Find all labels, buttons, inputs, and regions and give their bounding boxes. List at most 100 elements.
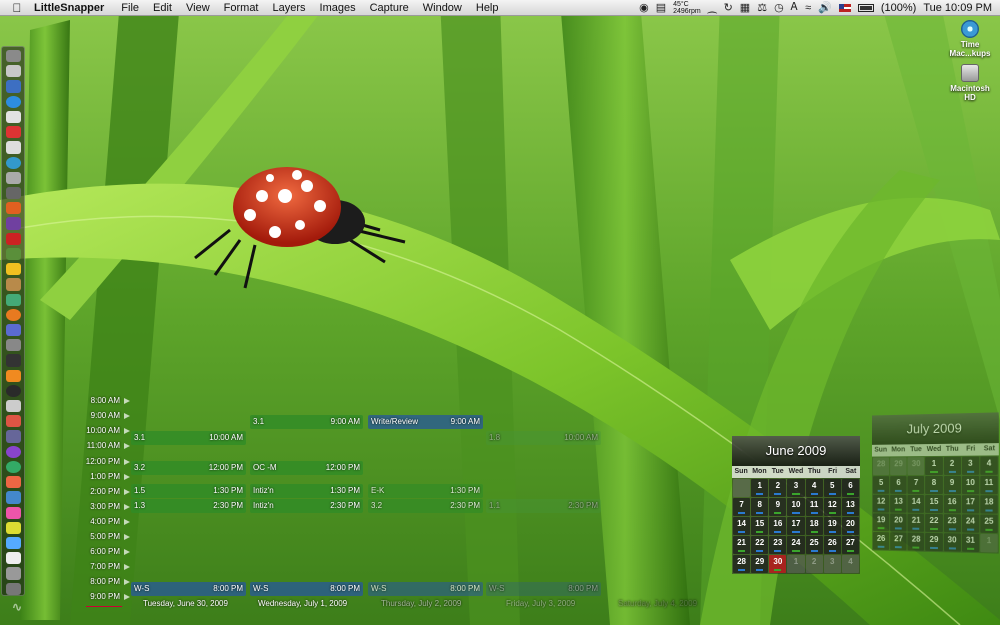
calendar-day-cell[interactable]: 17 bbox=[787, 517, 805, 535]
dock-globe-icon[interactable] bbox=[5, 156, 21, 169]
calendar-day-cell[interactable]: 30 bbox=[943, 533, 961, 552]
dock-preferences-icon[interactable] bbox=[5, 65, 21, 78]
calendar-day-cell[interactable] bbox=[733, 479, 751, 497]
dock-app-icon[interactable] bbox=[5, 521, 21, 534]
calendar-day-cell[interactable]: 8 bbox=[751, 498, 769, 516]
calendar-day-cell[interactable]: 7 bbox=[733, 498, 751, 516]
calendar-day-cell[interactable]: 8 bbox=[925, 475, 943, 495]
calendar-day-cell[interactable]: 3 bbox=[787, 479, 805, 497]
dock-app-icon[interactable] bbox=[5, 384, 21, 398]
calendar-day-cell[interactable]: 29 bbox=[925, 532, 943, 552]
calendar-event[interactable]: 3.1 10:00 AM bbox=[131, 431, 246, 445]
dock-app-icon[interactable] bbox=[5, 476, 21, 489]
dock-app-icon[interactable] bbox=[5, 293, 21, 306]
calendar-day-cell[interactable]: 10 bbox=[961, 475, 980, 495]
dock-vlc-icon[interactable] bbox=[5, 369, 21, 382]
menu-images[interactable]: Images bbox=[313, 2, 363, 14]
calendar-day-cell[interactable]: 13 bbox=[890, 494, 907, 513]
calendar-day-cell[interactable]: 4 bbox=[805, 479, 823, 497]
dock-app-icon[interactable] bbox=[5, 354, 21, 367]
wifi-icon[interactable]: ≈ bbox=[805, 2, 811, 14]
calendar-day-cell[interactable]: 1 bbox=[751, 479, 769, 497]
bluetooth-icon[interactable]: Ꭺ bbox=[791, 1, 798, 14]
dock-ical-icon[interactable] bbox=[5, 126, 21, 139]
calendar-day-cell[interactable]: 29 bbox=[751, 555, 769, 573]
calendar-day-cell[interactable]: 23 bbox=[769, 536, 787, 554]
calendar-event[interactable]: Write/Review 9:00 AM bbox=[368, 415, 483, 429]
dock-app-icon[interactable] bbox=[5, 217, 21, 230]
calendar-day-cell[interactable]: 18 bbox=[980, 495, 998, 514]
calendar-day-cell[interactable]: 31 bbox=[961, 533, 980, 553]
calendar-day-cell[interactable]: 19 bbox=[823, 517, 841, 535]
calendar-day-cell[interactable]: 5 bbox=[872, 476, 890, 494]
dock-app-icon[interactable] bbox=[5, 247, 21, 261]
apple-menu-icon[interactable]:  bbox=[0, 1, 34, 15]
menu-file[interactable]: File bbox=[114, 2, 146, 14]
calendar-day-cell[interactable]: 24 bbox=[961, 514, 980, 533]
sync-icon[interactable]: ↻ bbox=[724, 1, 733, 14]
calendar-day-cell[interactable]: 25 bbox=[805, 536, 823, 554]
calendar-day-cell[interactable]: 17 bbox=[961, 495, 980, 514]
dock-finder-icon[interactable] bbox=[5, 50, 21, 63]
calendar-day-cell[interactable]: 13 bbox=[841, 498, 859, 516]
calendar-day-cell[interactable]: 28 bbox=[907, 532, 925, 551]
menu-view[interactable]: View bbox=[179, 2, 217, 14]
script-icon[interactable]: ▦ bbox=[740, 1, 750, 14]
calendar-day-cell[interactable]: 14 bbox=[733, 517, 751, 535]
calendar-event[interactable]: Intiz'n 1:30 PM bbox=[250, 484, 363, 498]
calendar-event[interactable]: 1.8 10:00 AM bbox=[486, 431, 601, 445]
dock-folder-icon[interactable] bbox=[5, 537, 21, 550]
calendar-day-cell[interactable]: 12 bbox=[872, 494, 890, 513]
menu-edit[interactable]: Edit bbox=[146, 2, 179, 14]
calendar-day-cell[interactable]: 26 bbox=[823, 536, 841, 554]
calendar-day-cell[interactable]: 4 bbox=[980, 456, 998, 475]
menu-format[interactable]: Format bbox=[217, 2, 266, 14]
dock-app-icon[interactable] bbox=[5, 339, 21, 352]
calendar-event[interactable]: 3.2 12:00 PM bbox=[131, 461, 246, 475]
calendar-day-cell[interactable]: 5 bbox=[823, 479, 841, 497]
calendar-event[interactable]: E-K 1:30 PM bbox=[368, 484, 483, 498]
calendar-day-cell[interactable]: 16 bbox=[943, 495, 961, 514]
battery-percent[interactable]: (100%) bbox=[881, 2, 916, 14]
cpu-temp-readout[interactable]: 45°C 2496rpm bbox=[673, 1, 701, 15]
dock-stack-icon[interactable] bbox=[5, 567, 21, 580]
calendar-day-cell[interactable]: 3 bbox=[823, 555, 841, 573]
calendar-day-cell[interactable]: 28 bbox=[733, 555, 751, 573]
calendar-day-cell[interactable]: 2 bbox=[805, 555, 823, 573]
calendar-day-cell[interactable]: 1 bbox=[980, 533, 998, 553]
calendar-day-cell[interactable]: 26 bbox=[872, 531, 890, 550]
calendar-event[interactable]: OC -M 12:00 PM bbox=[250, 461, 363, 475]
desktop-icon-macintosh-hd[interactable]: Macintosh HD bbox=[948, 64, 992, 102]
trash-icon[interactable] bbox=[5, 582, 21, 595]
calendar-day-cell[interactable]: 24 bbox=[787, 536, 805, 554]
dock-safari-icon[interactable] bbox=[5, 95, 21, 108]
calendar-day-cell[interactable]: 6 bbox=[890, 476, 907, 494]
dock-app-icon[interactable] bbox=[5, 323, 21, 337]
calendar-day-cell[interactable]: 2 bbox=[769, 479, 787, 497]
dashed-lines-icon[interactable]: ⁔ bbox=[708, 1, 717, 14]
dock-app-icon[interactable] bbox=[5, 506, 21, 519]
battery-icon[interactable] bbox=[857, 3, 874, 12]
dock-app-icon[interactable] bbox=[5, 460, 21, 474]
volume-icon[interactable]: 🔊 bbox=[818, 1, 832, 14]
dock-app-icon[interactable] bbox=[5, 491, 21, 504]
calendar-day-cell[interactable]: 21 bbox=[907, 513, 925, 532]
dock-app-icon[interactable] bbox=[5, 278, 21, 291]
calendar-event[interactable]: W-S 8:00 PM bbox=[368, 582, 483, 596]
calendar-day-cell[interactable]: 10 bbox=[787, 498, 805, 516]
menu-layers[interactable]: Layers bbox=[266, 2, 313, 14]
calendar-day-cell[interactable]: 15 bbox=[925, 494, 943, 514]
calendar-day-cell[interactable]: 18 bbox=[805, 517, 823, 535]
calendar-day-cell[interactable]: 1 bbox=[925, 456, 943, 476]
calendar-day-cell[interactable]: 19 bbox=[872, 513, 890, 532]
calendar-day-cell[interactable]: 30 bbox=[907, 457, 925, 476]
calendar-day-cell[interactable]: 28 bbox=[872, 457, 890, 476]
dock-documents-icon[interactable] bbox=[5, 552, 21, 565]
calendar-day-cell[interactable]: 3 bbox=[961, 456, 980, 475]
calendar-day-cell[interactable]: 20 bbox=[841, 517, 859, 535]
calendar-day-cell[interactable]: 11 bbox=[980, 475, 998, 495]
calendar-event[interactable]: W-S 8:00 PM bbox=[131, 582, 246, 596]
desktop-icon-time-machine[interactable]: Time Mac...kups bbox=[948, 20, 992, 58]
calendar-day-cell[interactable]: 11 bbox=[805, 498, 823, 516]
calendar-day-cell[interactable]: 27 bbox=[890, 532, 907, 551]
